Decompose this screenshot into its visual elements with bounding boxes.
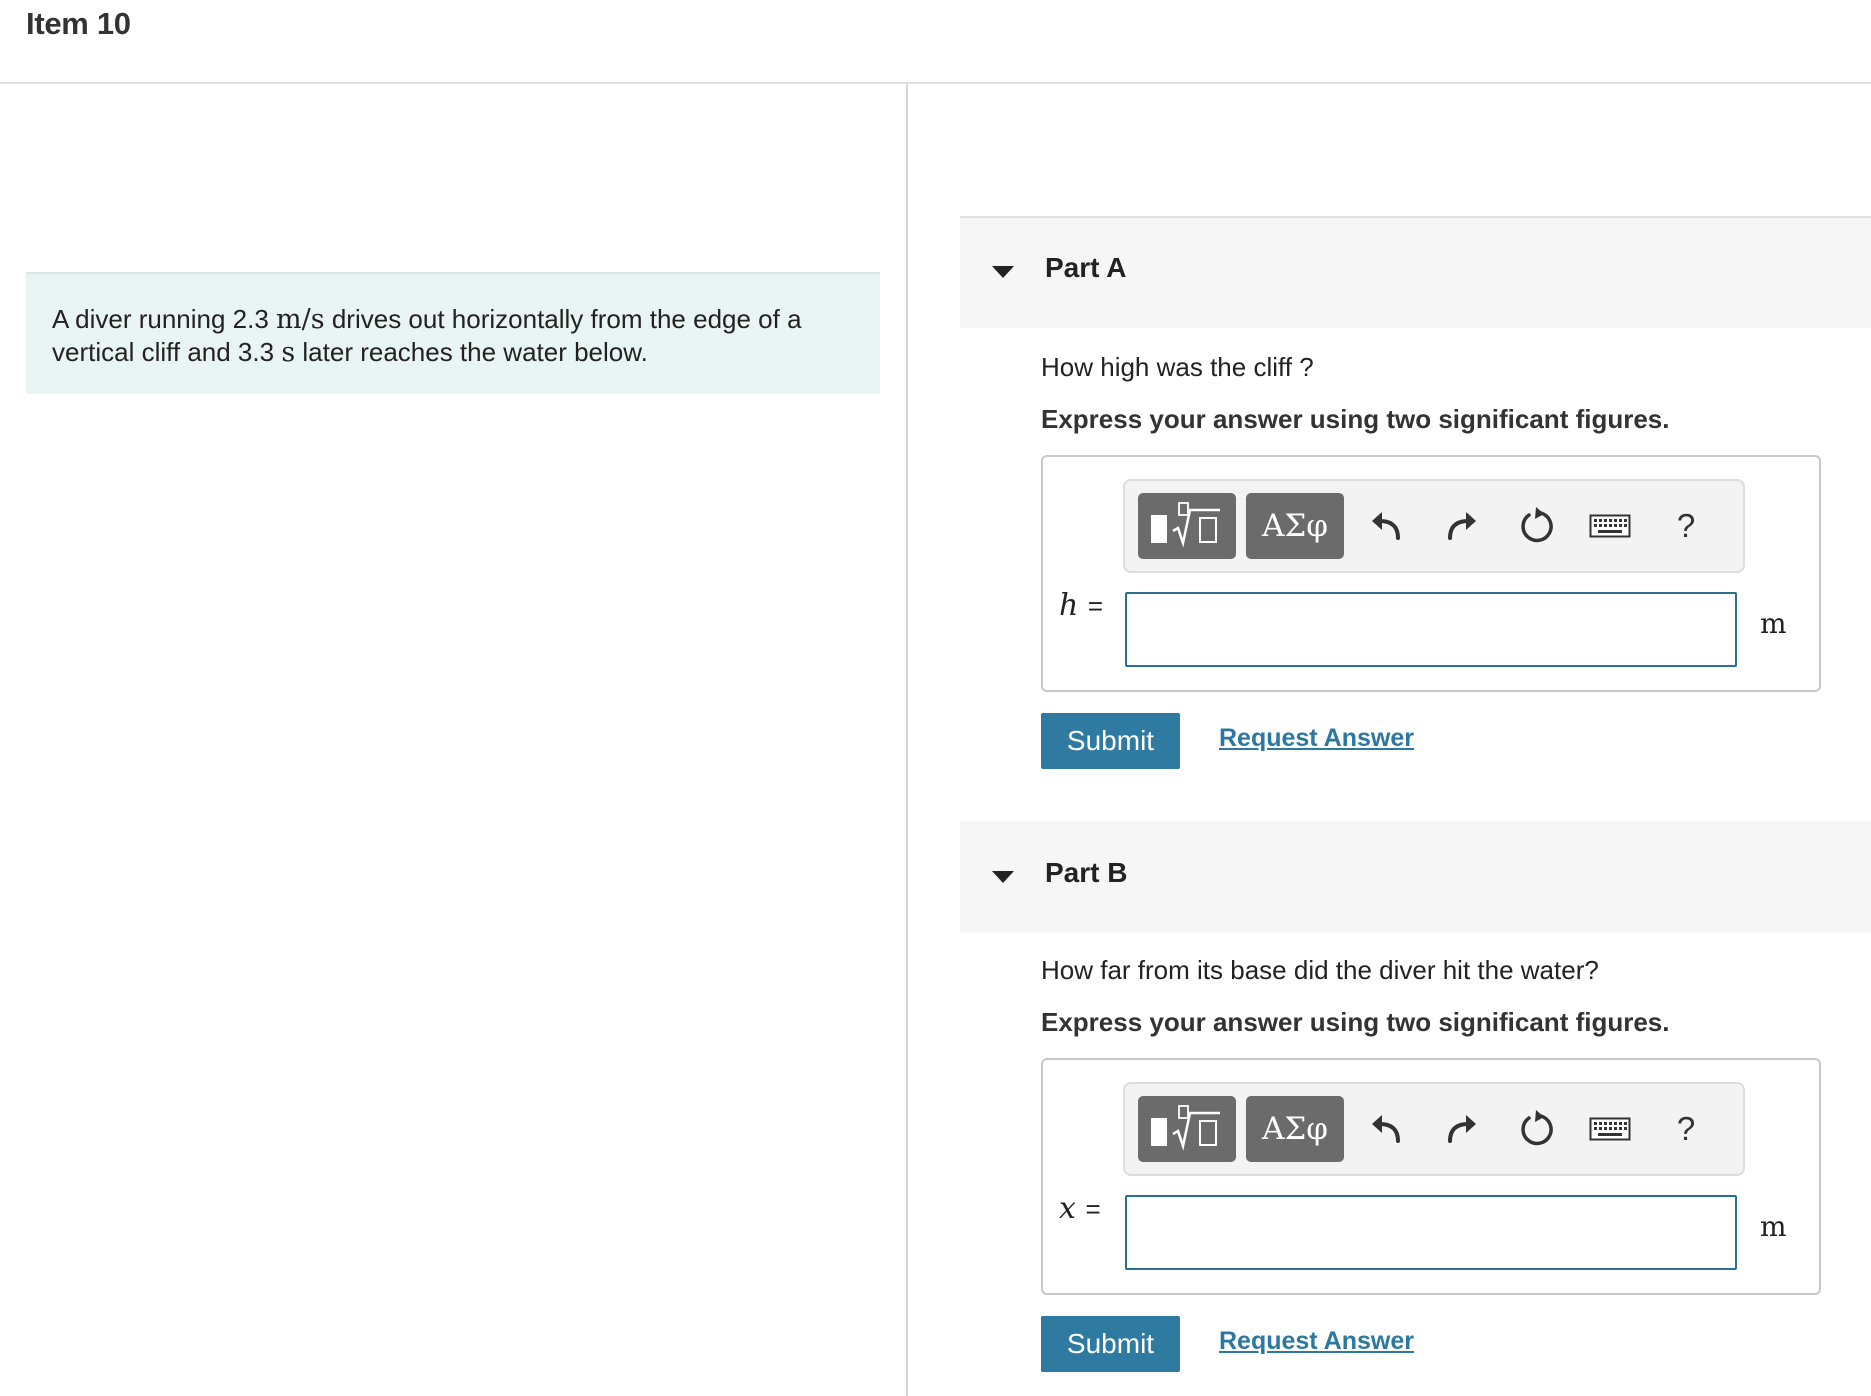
part-b-templates-button[interactable]: [1138, 1096, 1236, 1162]
part-a-question: How high was the cliff ?: [1041, 352, 1314, 382]
time-unit: s: [281, 337, 296, 368]
part-b-equals: =: [1085, 1194, 1101, 1224]
part-b-unit: m: [1760, 1210, 1787, 1243]
column-divider: [906, 84, 908, 1396]
part-a-symbols-button[interactable]: ΑΣφ: [1246, 493, 1344, 559]
part-b-redo-button[interactable]: [1437, 1104, 1487, 1154]
part-a-keyboard-button[interactable]: [1585, 501, 1635, 551]
part-a-answer-box: ΑΣφ ? h = m: [1041, 455, 1821, 692]
speed-unit-numerator: m: [276, 304, 302, 335]
undo-icon: [1372, 512, 1400, 540]
part-a-submit-button[interactable]: Submit: [1041, 713, 1180, 769]
part-b-math-toolbar: ΑΣφ ?: [1123, 1082, 1745, 1176]
part-b-answer-input[interactable]: [1125, 1195, 1737, 1270]
part-a-instruction: Express your answer using two significan…: [1041, 404, 1670, 434]
part-b-question: How far from its base did the diver hit …: [1041, 955, 1599, 985]
speed-unit-separator: /: [301, 304, 311, 335]
part-b-instruction: Express your answer using two significan…: [1041, 1007, 1670, 1037]
part-a-header-rule: [960, 216, 1871, 218]
part-a-equals: =: [1087, 591, 1104, 621]
reset-icon: [1521, 1110, 1553, 1146]
part-b-request-answer-link[interactable]: Request Answer: [1219, 1327, 1414, 1356]
part-b-answer-box: ΑΣφ ? x = m: [1041, 1058, 1821, 1295]
reset-icon: [1521, 507, 1553, 543]
part-b-submit-button[interactable]: Submit: [1041, 1316, 1180, 1372]
templates-icon: [1151, 502, 1220, 548]
part-b-title: Part B: [1045, 857, 1128, 888]
part-a-help-button[interactable]: ?: [1661, 501, 1711, 551]
part-a-header: Part A: [960, 216, 1871, 328]
part-b-symbols-button[interactable]: ΑΣφ: [1246, 1096, 1344, 1162]
part-b-help-button[interactable]: ?: [1661, 1104, 1711, 1154]
redo-icon: [1448, 512, 1476, 540]
part-b-variable: x: [1059, 1191, 1076, 1226]
templates-icon: [1151, 1105, 1220, 1151]
part-b-reset-button[interactable]: [1512, 1104, 1562, 1154]
redo-icon: [1448, 1115, 1476, 1143]
part-a-unit: m: [1760, 607, 1787, 640]
undo-icon: [1372, 1115, 1400, 1143]
part-b-collapse-toggle[interactable]: [988, 862, 1018, 892]
speed-unit-denominator: s: [310, 304, 325, 335]
part-b-header: Part B: [960, 821, 1871, 933]
part-a-undo-button[interactable]: [1361, 501, 1411, 551]
problem-text-1: A diver running 2.3: [52, 304, 277, 334]
part-b-undo-button[interactable]: [1361, 1104, 1411, 1154]
item-title: Item 10: [26, 6, 131, 41]
part-a-collapse-toggle[interactable]: [988, 257, 1018, 287]
part-a-answer-input[interactable]: [1125, 592, 1737, 667]
part-a-templates-button[interactable]: [1138, 493, 1236, 559]
part-a-math-toolbar: ΑΣφ ?: [1123, 479, 1745, 573]
part-a-title: Part A: [1045, 252, 1127, 283]
part-a-variable: h: [1059, 588, 1079, 623]
part-a-variable-label: h =: [1059, 588, 1125, 623]
keyboard-icon: [1589, 1117, 1631, 1141]
part-a-request-answer-link[interactable]: Request Answer: [1219, 724, 1414, 753]
problem-statement: A diver running 2.3 m/s drives out horiz…: [26, 272, 880, 394]
header-divider: [0, 82, 1871, 84]
problem-text-3: later reaches the water below.: [295, 337, 648, 367]
part-a-redo-button[interactable]: [1437, 501, 1487, 551]
part-b-variable-label: x =: [1059, 1191, 1125, 1226]
caret-down-icon: [992, 266, 1014, 278]
keyboard-icon: [1589, 514, 1631, 538]
caret-down-icon: [992, 871, 1014, 883]
part-b-keyboard-button[interactable]: [1585, 1104, 1635, 1154]
part-a-reset-button[interactable]: [1512, 501, 1562, 551]
